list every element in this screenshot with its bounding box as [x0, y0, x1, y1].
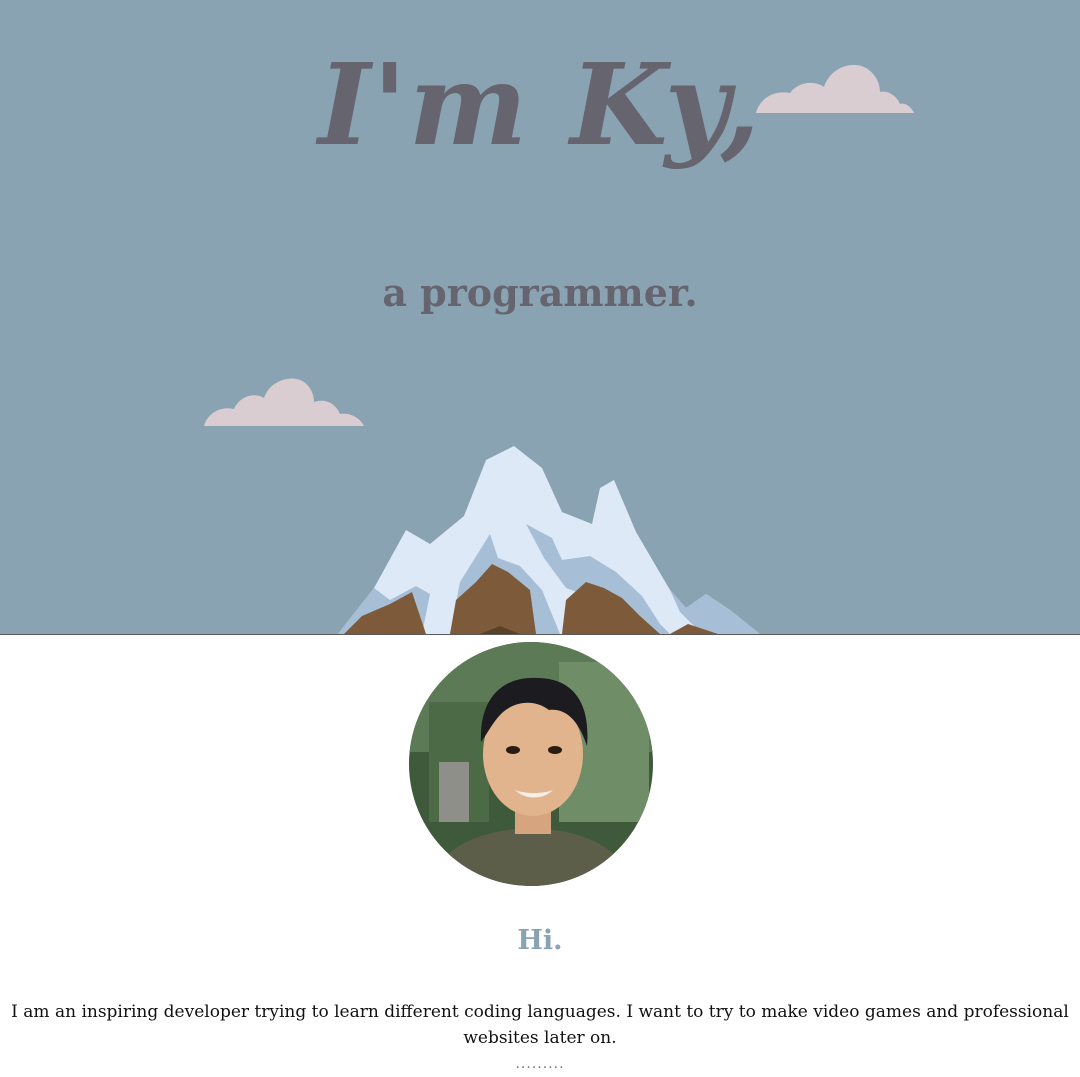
hero-title: I'm Ky, — [318, 40, 762, 171]
about-section: Hi. I am an inspiring developer trying t… — [0, 635, 1080, 1077]
about-description: I am an inspiring developer trying to le… — [11, 1002, 1069, 1048]
cloud-icon — [756, 64, 914, 113]
profile-photo — [409, 642, 653, 886]
hero-section: I'm Ky, a programmer. — [0, 0, 1080, 635]
section-divider: ......... — [515, 1056, 565, 1072]
cloud-icon — [204, 378, 364, 426]
about-heading: Hi. — [517, 925, 563, 956]
mountain-illustration — [338, 446, 760, 634]
hero-subtitle: a programmer. — [382, 270, 698, 315]
avatar — [409, 642, 653, 886]
